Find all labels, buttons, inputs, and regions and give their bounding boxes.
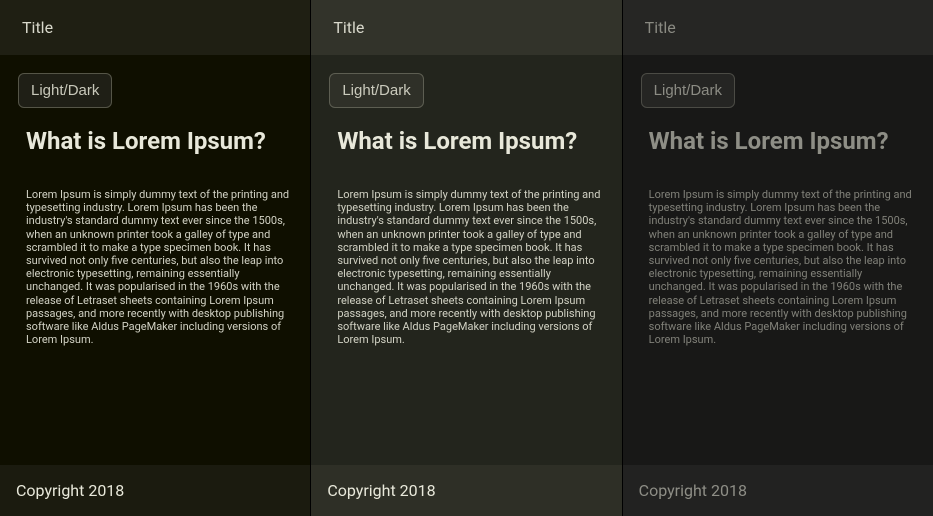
theme-toggle-button[interactable]: Light/Dark (641, 73, 735, 108)
theme-toggle-button[interactable]: Light/Dark (18, 73, 112, 108)
panel-content: Light/Dark What is Lorem Ipsum? Lorem Ip… (0, 55, 310, 465)
panel-content: Light/Dark What is Lorem Ipsum? Lorem Ip… (311, 55, 621, 465)
panel-title: Title (22, 18, 53, 37)
copyright-text: Copyright 2018 (16, 481, 124, 500)
panel-header: Title (0, 0, 310, 55)
content-heading: What is Lorem Ipsum? (18, 126, 294, 156)
theme-toggle-button[interactable]: Light/Dark (329, 73, 423, 108)
panel-column-1: Title Light/Dark What is Lorem Ipsum? Lo… (0, 0, 311, 516)
content-body: Lorem Ipsum is simply dummy text of the … (641, 188, 917, 346)
content-heading: What is Lorem Ipsum? (641, 126, 917, 156)
panel-footer: Copyright 2018 (0, 465, 310, 516)
copyright-text: Copyright 2018 (327, 481, 435, 500)
panel-column-2: Title Light/Dark What is Lorem Ipsum? Lo… (311, 0, 622, 516)
panel-title: Title (333, 18, 364, 37)
panel-footer: Copyright 2018 (311, 465, 621, 516)
panel-title: Title (645, 18, 676, 37)
panel-content: Light/Dark What is Lorem Ipsum? Lorem Ip… (623, 55, 933, 465)
panel-footer: Copyright 2018 (623, 465, 933, 516)
panel-header: Title (311, 0, 621, 55)
content-body: Lorem Ipsum is simply dummy text of the … (18, 188, 294, 346)
panel-header: Title (623, 0, 933, 55)
panel-column-3: Title Light/Dark What is Lorem Ipsum? Lo… (623, 0, 933, 516)
content-body: Lorem Ipsum is simply dummy text of the … (329, 188, 605, 346)
copyright-text: Copyright 2018 (639, 481, 747, 500)
content-heading: What is Lorem Ipsum? (329, 126, 605, 156)
